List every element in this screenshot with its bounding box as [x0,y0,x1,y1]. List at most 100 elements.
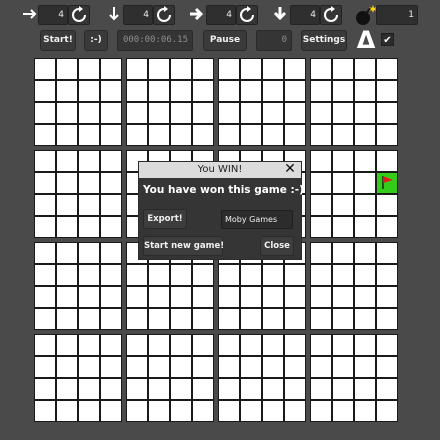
grid-cell[interactable] [79,335,99,355]
refresh-icon[interactable] [236,5,258,25]
grid-cell[interactable] [127,379,147,399]
grid-cell[interactable] [57,217,77,237]
grid-cell[interactable] [333,195,353,215]
grid-cell[interactable] [79,151,99,171]
grid-cell[interactable] [263,125,283,145]
grid-cell[interactable] [149,287,169,307]
grid-cell[interactable] [219,103,239,123]
grid-cell[interactable] [311,59,331,79]
grid-cell[interactable] [79,309,99,329]
grid-cell[interactable] [79,195,99,215]
grid-cell[interactable] [241,287,261,307]
grid-cell[interactable] [241,59,261,79]
grid-cell[interactable] [241,81,261,101]
grid-cell[interactable] [355,59,375,79]
grid-cell[interactable] [355,379,375,399]
grid-cell[interactable] [219,265,239,285]
grid-cell[interactable] [171,335,191,355]
grid-cell[interactable] [79,103,99,123]
grid-cell[interactable] [285,401,305,421]
grid-cell[interactable] [263,59,283,79]
grid-cell[interactable] [57,379,77,399]
grid-cell[interactable] [193,357,213,377]
grid-cell[interactable] [355,195,375,215]
grid-cell[interactable] [35,357,55,377]
grid-cell[interactable] [311,309,331,329]
grid-cell[interactable] [241,309,261,329]
grid-cell[interactable] [101,103,121,123]
grid-cell[interactable] [333,357,353,377]
grid-cell[interactable] [193,401,213,421]
grid-cell[interactable] [263,335,283,355]
grid-cell[interactable] [355,81,375,101]
grid-cell[interactable] [263,401,283,421]
grid-cell[interactable] [171,379,191,399]
grid-cell[interactable] [35,151,55,171]
grid-cell[interactable] [333,243,353,263]
grid-cell[interactable] [79,81,99,101]
grid-cell[interactable] [171,309,191,329]
grid-cell[interactable] [79,379,99,399]
grid-cell[interactable] [219,81,239,101]
delta-icon[interactable]: Δ [355,28,377,52]
grid-cell[interactable] [57,59,77,79]
grid-cell[interactable] [219,287,239,307]
grid-cell[interactable] [285,265,305,285]
grid-cell[interactable] [285,379,305,399]
grid-cell[interactable] [219,379,239,399]
grid-cell[interactable] [101,195,121,215]
refresh-icon[interactable] [153,5,175,25]
grid-cell[interactable] [193,379,213,399]
grid-cell[interactable] [127,287,147,307]
grid-cell[interactable] [57,103,77,123]
grid-cell[interactable] [127,335,147,355]
start-button[interactable]: Start! [40,30,76,51]
grid-cell[interactable] [171,103,191,123]
grid-cell[interactable] [377,335,397,355]
grid-cell[interactable] [193,59,213,79]
grid-cell[interactable] [57,357,77,377]
grid-cell[interactable] [79,357,99,377]
grid-cell[interactable] [101,125,121,145]
grid-cell[interactable] [333,265,353,285]
grid-cell[interactable] [355,357,375,377]
grid-cell[interactable] [57,335,77,355]
grid-cell[interactable] [377,287,397,307]
grid-cell[interactable] [101,309,121,329]
grid-cell[interactable] [171,125,191,145]
grid-cell[interactable] [171,59,191,79]
grid-cell[interactable] [311,103,331,123]
grid-cell[interactable] [149,103,169,123]
grid-cell[interactable] [149,125,169,145]
grid-cell[interactable] [355,287,375,307]
grid-cell[interactable] [377,217,397,237]
grid-cell[interactable] [79,217,99,237]
grid-cell[interactable] [311,265,331,285]
grid-cell[interactable] [127,357,147,377]
grid-cell[interactable] [355,265,375,285]
grid-cell[interactable] [311,195,331,215]
grid-cell[interactable] [57,265,77,285]
grid-cell[interactable] [193,125,213,145]
grid-cell[interactable] [241,125,261,145]
grid-cell[interactable] [263,379,283,399]
grid-cell[interactable] [171,401,191,421]
grid-cell[interactable] [101,335,121,355]
smiley-button[interactable]: :-) [84,30,108,51]
grid-cell[interactable] [79,59,99,79]
grid-cell[interactable] [101,357,121,377]
grid-cell[interactable] [57,151,77,171]
grid-cell[interactable] [171,357,191,377]
grid-cell[interactable] [127,125,147,145]
grid-cell[interactable] [57,243,77,263]
grid-cell[interactable] [377,59,397,79]
grid-cell[interactable] [333,151,353,171]
checkbox[interactable]: ✔ [381,33,394,46]
grid-cell[interactable] [333,103,353,123]
grid-cell[interactable] [149,265,169,285]
grid-cell[interactable] [311,125,331,145]
grid-cell[interactable] [377,81,397,101]
grid-cell[interactable] [127,59,147,79]
grid-cell[interactable] [101,81,121,101]
grid-cell[interactable] [193,265,213,285]
